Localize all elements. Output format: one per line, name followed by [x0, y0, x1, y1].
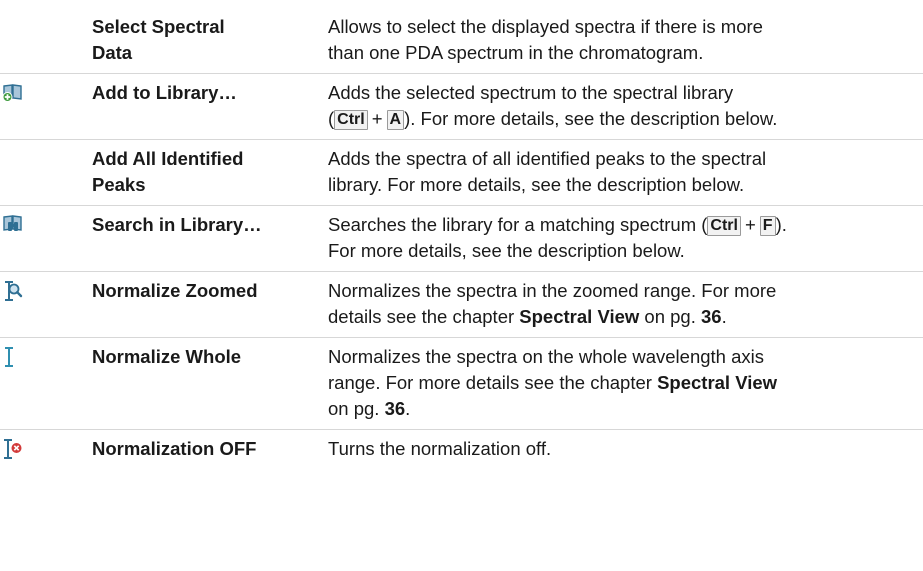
icon-cell: [0, 80, 92, 106]
command-name-line: Data: [92, 42, 133, 63]
table-row: Normalization OFF Turns the normalizatio…: [0, 430, 923, 469]
icon-cell-empty: [0, 146, 92, 172]
keycap-a: A: [386, 110, 405, 130]
icon-cell: [0, 278, 92, 304]
table-row: Normalize Zoomed Normalizes the spectra …: [0, 272, 923, 338]
keycap-ctrl: Ctrl: [334, 110, 368, 130]
chapter-reference: Spectral View: [657, 372, 778, 393]
table-row: Normalize Whole Normalizes the spectra o…: [0, 338, 923, 430]
command-name-line: Select Spectral: [92, 16, 225, 37]
icon-cell: [0, 212, 92, 238]
text-fragment: range. For more details see the chapter: [328, 372, 658, 393]
plus-sign: +: [744, 214, 756, 235]
description-line: Allows to select the displayed spectra i…: [328, 16, 763, 37]
description-line: For more details, see the description be…: [328, 240, 685, 261]
description-line: on pg. 36.: [328, 396, 893, 422]
description-line: Adds the selected spectrum to the spectr…: [328, 82, 734, 103]
search-in-library-icon: [3, 215, 22, 231]
description-line: (Ctrl + A). For more details, see the desc…: [328, 106, 893, 132]
text-fragment: on pg.: [639, 306, 701, 327]
text-fragment: details see the chapter: [328, 306, 520, 327]
description-line: Adds the spectra of all identified peaks…: [328, 148, 767, 169]
icon-cell: [0, 436, 92, 462]
description-line: Normalizes the spectra in the zoomed ran…: [328, 280, 777, 301]
command-name-line: Normalization OFF: [92, 438, 257, 459]
keycap-ctrl: Ctrl: [707, 216, 741, 236]
text-fragment: .: [405, 398, 411, 419]
command-description: Normalizes the spectra in the zoomed ran…: [328, 278, 923, 330]
description-line: Searches the library for a matching spec…: [328, 212, 893, 238]
command-name: Normalization OFF: [92, 436, 328, 462]
description-line: details see the chapter Spectral View on…: [328, 304, 893, 330]
description-line: than one PDA spectrum in the chromatogra…: [328, 42, 704, 63]
command-name: Add All Identified Peaks: [92, 146, 328, 198]
page-number: 36: [384, 398, 406, 419]
command-name-line: Add All Identified: [92, 148, 244, 169]
text-fragment: Searches the library for a matching spec…: [328, 214, 708, 235]
command-description: Normalizes the spectra on the whole wave…: [328, 344, 923, 422]
command-name-line: Search in Library…: [92, 214, 262, 235]
keycap-f: F: [759, 216, 776, 236]
command-name-line: Normalize Whole: [92, 346, 242, 367]
add-to-library-icon: [2, 84, 22, 102]
command-name-line: Add to Library…: [92, 82, 237, 103]
command-name-line: Normalize Zoomed: [92, 280, 258, 301]
icon-cell-empty: [0, 14, 92, 40]
text-fragment: .: [721, 306, 727, 327]
command-description: Adds the spectra of all identified peaks…: [328, 146, 923, 198]
normalization-off-icon: [4, 439, 22, 459]
description-line: library. For more details, see the descr…: [328, 174, 745, 195]
command-name-line: Peaks: [92, 174, 146, 195]
command-table: Select Spectral Data Allows to select th…: [0, 0, 923, 469]
table-row: Add All Identified Peaks Adds the spectr…: [0, 140, 923, 206]
description-line: Normalizes the spectra on the whole wave…: [328, 346, 765, 367]
page-number: 36: [701, 306, 722, 327]
command-description: Turns the normalization off.: [328, 436, 923, 462]
command-description: Allows to select the displayed spectra i…: [328, 14, 923, 66]
command-name: Normalize Whole: [92, 344, 328, 370]
plus-sign: +: [371, 108, 383, 129]
table-row: Select Spectral Data Allows to select th…: [0, 8, 923, 74]
command-name: Search in Library…: [92, 212, 328, 238]
normalize-whole-icon: [5, 347, 13, 367]
table-row: Search in Library… Searches the library …: [0, 206, 923, 272]
command-name: Add to Library…: [92, 80, 328, 106]
description-line: Turns the normalization off.: [328, 438, 552, 459]
normalize-zoomed-icon: [5, 281, 23, 301]
command-description: Adds the selected spectrum to the spectr…: [328, 80, 923, 132]
text-fragment: ). For more details, see the description…: [404, 108, 778, 129]
text-fragment: on pg.: [328, 398, 385, 419]
table-row: Add to Library… Adds the selected spectr…: [0, 74, 923, 140]
chapter-reference: Spectral View: [519, 306, 640, 327]
command-name: Normalize Zoomed: [92, 278, 328, 304]
command-description: Searches the library for a matching spec…: [328, 212, 923, 264]
description-line: range. For more details see the chapter …: [328, 370, 893, 396]
text-fragment: ).: [775, 214, 787, 235]
command-name: Select Spectral Data: [92, 14, 328, 66]
icon-cell: [0, 344, 92, 370]
